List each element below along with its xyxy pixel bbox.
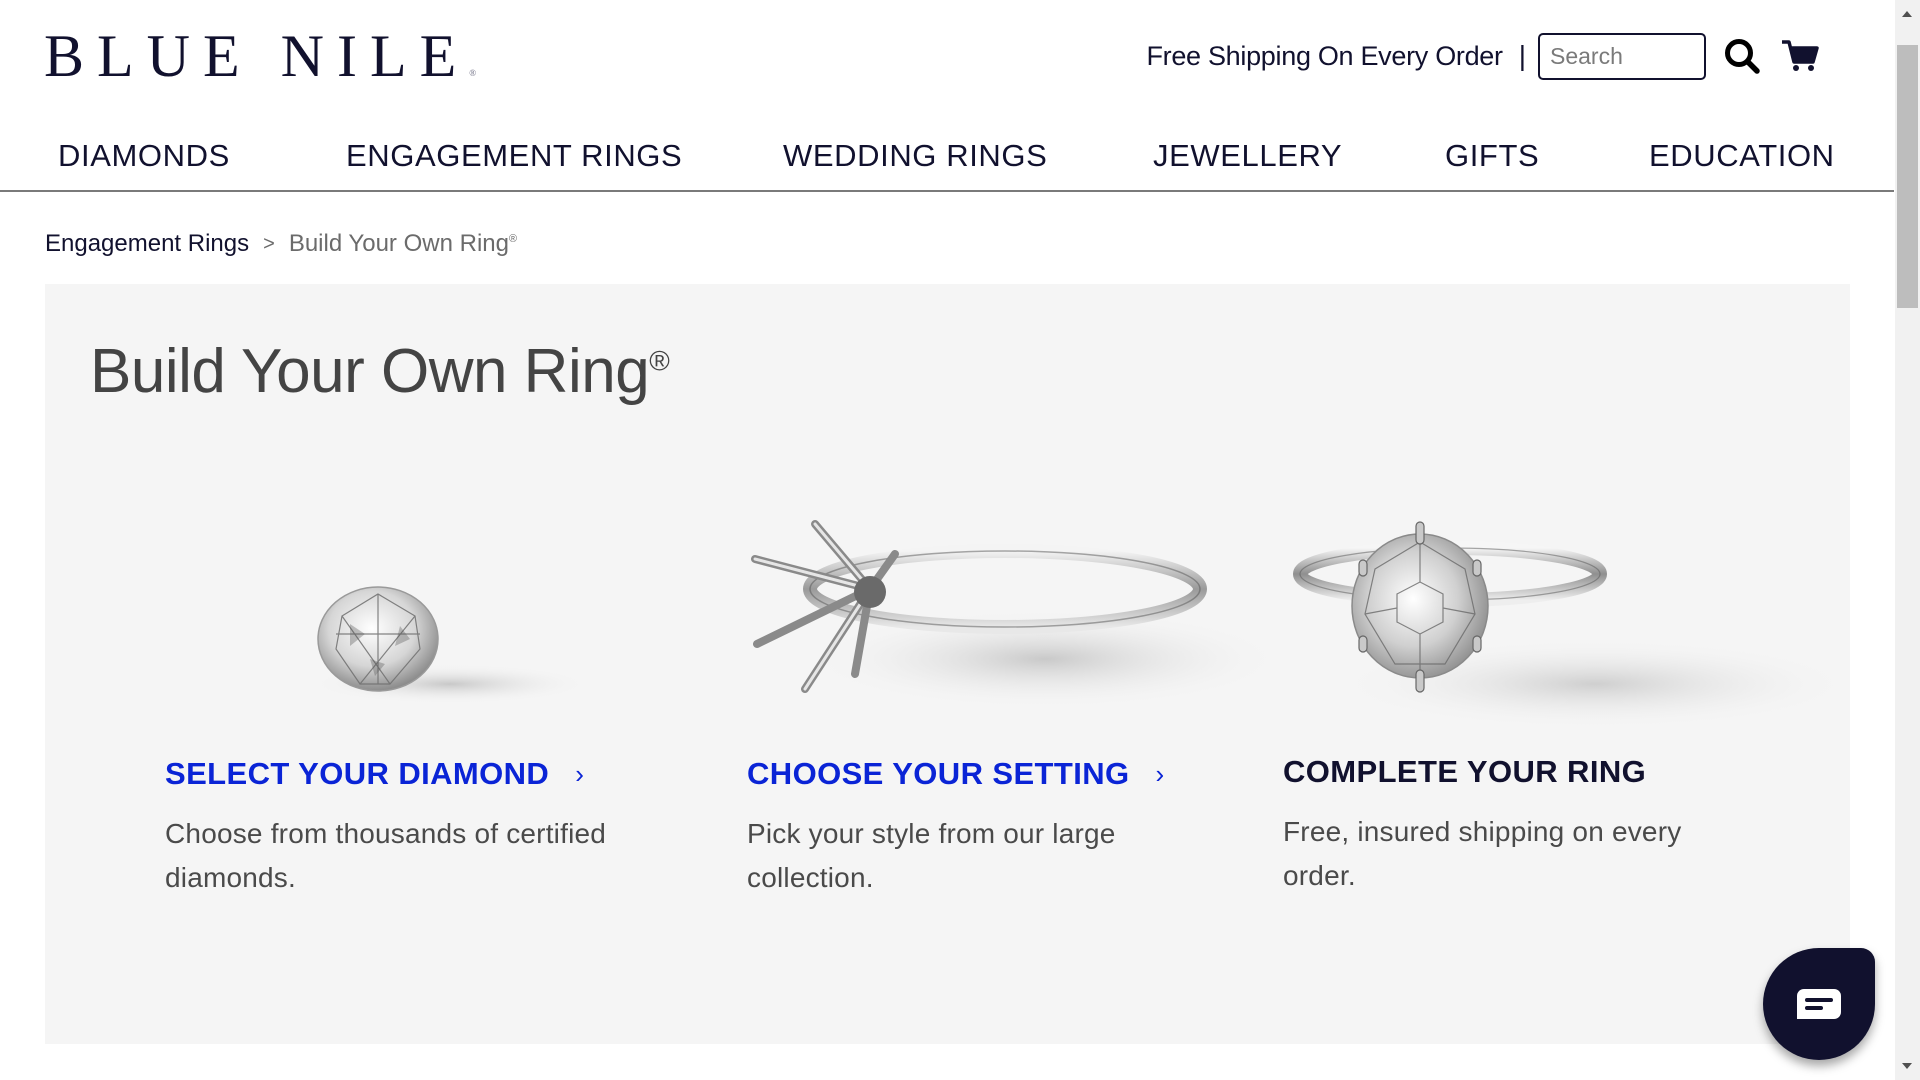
step-description-line: Choose from thousands of certified [165, 818, 607, 849]
logo-registered-mark: ® [469, 68, 477, 78]
step-select-diamond: SELECT YOUR DIAMOND › Choose from thousa… [165, 756, 606, 900]
ring-setting-illustration [751, 520, 1285, 709]
step-heading: CHOOSE YOUR SETTING [747, 756, 1130, 791]
chevron-right-icon: › [1155, 758, 1165, 789]
step-description-line: collection. [747, 862, 874, 893]
breadcrumb-engagement-rings[interactable]: Engagement Rings [45, 230, 249, 258]
page-title: Build Your Own Ring® [90, 336, 670, 407]
step-description: Free, insured shipping on every order. [1283, 810, 1681, 898]
step-description: Pick your style from our large collectio… [747, 812, 1165, 900]
step-description-line: order. [1283, 860, 1356, 891]
complete-ring-illustration [1293, 521, 1855, 729]
nav-wedding-rings[interactable]: WEDDING RINGS [783, 138, 1047, 174]
search-button[interactable] [1718, 32, 1766, 80]
search-icon [1725, 39, 1760, 74]
promo-separator: | [1518, 40, 1526, 71]
nav-diamonds[interactable]: DIAMONDS [58, 138, 230, 174]
breadcrumb-registered-mark: ® [508, 233, 517, 245]
chat-icon [1797, 989, 1841, 1019]
build-your-own-ring-panel: Build Your Own Ring® SELECT YOUR DIAMOND… [45, 284, 1855, 1044]
complete-your-ring-heading: COMPLETE YOUR RING [1283, 754, 1681, 790]
step-choose-setting: CHOOSE YOUR SETTING › Pick your style fr… [747, 756, 1165, 900]
page-title-text: Build Your Own Ring [90, 337, 650, 406]
breadcrumb: Engagement Rings > Build Your Own Ring® [45, 230, 517, 258]
cart-button[interactable] [1776, 32, 1824, 80]
search-input[interactable] [1538, 32, 1706, 80]
nav-engagement-rings[interactable]: ENGAGEMENT RINGS [346, 138, 682, 174]
page-title-registered-mark: ® [649, 345, 670, 377]
free-shipping-promo[interactable]: Free Shipping On Every Order [1146, 41, 1503, 72]
diamond-illustration [310, 586, 590, 704]
breadcrumb-current: Build Your Own Ring® [289, 230, 517, 258]
step-heading: COMPLETE YOUR RING [1283, 754, 1647, 789]
choose-your-setting-link[interactable]: CHOOSE YOUR SETTING › [747, 756, 1165, 792]
chevron-right-icon: › [575, 758, 585, 789]
nav-gifts[interactable]: GIFTS [1445, 138, 1539, 174]
blue-nile-logo[interactable]: BLUE NILE® [44, 26, 477, 101]
chat-button[interactable] [1763, 948, 1875, 1060]
main-nav: DIAMONDS ENGAGEMENT RINGS WEDDING RINGS … [0, 128, 1894, 192]
loose-diamond-image[interactable] [250, 534, 610, 744]
complete-ring-image[interactable] [1265, 494, 1855, 764]
cart-icon [1782, 40, 1819, 71]
scrollbar-thumb[interactable] [1897, 45, 1918, 308]
select-your-diamond-link[interactable]: SELECT YOUR DIAMOND › [165, 756, 606, 792]
step-description-line: Pick your style from our large [747, 818, 1116, 849]
logo-text: BLUE NILE [44, 23, 470, 89]
breadcrumb-separator: > [263, 232, 275, 255]
nav-education[interactable]: EDUCATION [1649, 138, 1835, 174]
step-heading: SELECT YOUR DIAMOND [165, 756, 550, 791]
breadcrumb-current-label: Build Your Own Ring [288, 230, 509, 257]
scroll-up-arrow-icon[interactable] [1902, 11, 1912, 17]
nav-jewellery[interactable]: JEWELLERY [1153, 138, 1342, 174]
ring-setting-image[interactable] [745, 504, 1305, 754]
page-scrollbar[interactable] [1895, 0, 1920, 1080]
scroll-down-arrow-icon[interactable] [1902, 1063, 1912, 1069]
step-description-line: diamonds. [165, 862, 296, 893]
step-description-line: Free, insured shipping on every [1283, 816, 1682, 847]
step-description: Choose from thousands of certified diamo… [165, 812, 606, 900]
step-complete-ring: COMPLETE YOUR RING Free, insured shippin… [1283, 754, 1681, 898]
header-utilities: Free Shipping On Every Order | [1146, 32, 1824, 80]
